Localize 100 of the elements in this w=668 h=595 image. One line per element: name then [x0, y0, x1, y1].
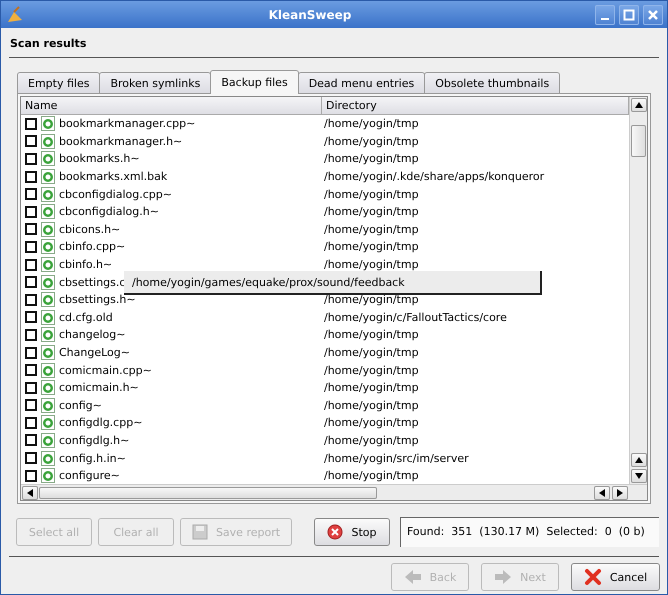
file-icon	[41, 432, 55, 448]
column-header[interactable]: Directory	[322, 97, 629, 115]
file-icon	[41, 204, 55, 220]
file-name: cbconfigdialog.h~	[59, 205, 159, 218]
nav-button[interactable]: Cancel	[571, 563, 660, 591]
checkbox[interactable]	[25, 223, 37, 236]
checkbox[interactable]	[25, 135, 37, 148]
scrollbar-thumb[interactable]	[631, 125, 646, 157]
directory-path: /home/yogin/tmp	[323, 416, 419, 430]
directory-path: /home/yogin/tmp	[323, 346, 419, 360]
close-button[interactable]	[643, 4, 663, 24]
close-icon	[584, 568, 602, 586]
checkbox[interactable]	[25, 152, 37, 165]
directory-path: /home/yogin/c/FalloutTactics/core	[323, 310, 507, 324]
right-arrow-icon	[617, 488, 623, 496]
checkbox[interactable]	[25, 240, 37, 253]
checkbox[interactable]	[25, 294, 37, 306]
up-arrow-icon	[635, 102, 643, 108]
file-name: changelog~	[59, 328, 126, 342]
tab[interactable]: Dead menu entries	[298, 72, 426, 93]
column-header[interactable]: Name	[21, 97, 322, 115]
directory-path: /home/yogin/tmp	[323, 240, 419, 254]
file-name: cd.cfg.old	[59, 310, 113, 324]
file-name: cbsettings.h~	[59, 293, 136, 306]
maximize-button[interactable]	[619, 4, 639, 24]
vertical-scrollbar[interactable]	[629, 97, 647, 484]
file-icon	[41, 222, 55, 237]
section-heading: Scan results	[9, 28, 659, 58]
directory-path: /home/yogin/tmp	[323, 469, 419, 482]
file-icon	[41, 380, 55, 396]
checkbox[interactable]	[25, 206, 37, 218]
file-name: cbinfo.cpp~	[59, 240, 126, 254]
directory-path: /home/yogin/tmp	[323, 434, 419, 447]
checkbox[interactable]	[25, 434, 37, 446]
file-icon	[41, 292, 55, 308]
checkbox[interactable]	[25, 188, 37, 200]
down-arrow-icon	[635, 473, 643, 479]
directory-path: /home/yogin/tmp	[323, 398, 419, 412]
file-name: bookmarks.h~	[59, 152, 140, 166]
file-name: bookmarkmanager.h~	[59, 134, 182, 148]
checkbox[interactable]	[25, 346, 37, 359]
minimize-button[interactable]	[595, 4, 615, 24]
checkbox[interactable]	[25, 276, 37, 288]
file-name: configdlg.h~	[59, 434, 130, 447]
file-icon	[41, 398, 55, 413]
file-icon	[41, 239, 55, 254]
file-icon	[41, 151, 55, 166]
file-name: comicmain.h~	[59, 381, 139, 394]
directory-path: /home/yogin/tmp	[323, 293, 419, 306]
checkbox[interactable]	[25, 364, 37, 376]
file-name: configure~	[59, 469, 120, 482]
scrollbar-thumb[interactable]	[39, 486, 377, 498]
file-name: config~	[59, 398, 102, 412]
minimize-icon	[601, 18, 609, 20]
checkbox[interactable]	[25, 382, 37, 394]
directory-path: /home/yogin/src/im/server	[323, 452, 469, 465]
checkbox[interactable]	[25, 470, 37, 482]
maximize-icon	[623, 8, 635, 20]
file-name: cbconfigdialog.cpp~	[59, 188, 172, 201]
file-name: ChangeLog~	[59, 346, 130, 360]
file-name: bookmarks.xml.bak	[59, 170, 168, 184]
file-icon	[41, 468, 55, 484]
file-icon	[41, 362, 55, 378]
tab[interactable]: Broken symlinks	[99, 72, 212, 93]
file-name: config.h.in~	[59, 452, 126, 465]
directory-path: /home/yogin/tmp	[323, 152, 419, 166]
checkbox[interactable]	[25, 399, 37, 412]
close-icon	[647, 8, 659, 20]
window-title: KleanSweep	[268, 8, 352, 22]
checkbox[interactable]	[25, 416, 37, 429]
tab[interactable]: Obsolete thumbnails	[424, 72, 560, 93]
file-icon	[41, 415, 55, 430]
directory-path: /home/yogin/tmp	[323, 258, 419, 272]
stop-icon	[327, 524, 344, 540]
file-icon	[41, 345, 55, 360]
tab[interactable]: Backup files	[210, 70, 299, 94]
checkbox[interactable]	[25, 258, 37, 271]
file-icon	[41, 257, 55, 272]
tab[interactable]: Empty files	[17, 72, 100, 93]
checkbox[interactable]	[25, 328, 37, 341]
file-icon	[41, 186, 55, 202]
file-name: cbinfo.h~	[59, 258, 112, 272]
file-icon	[41, 310, 55, 325]
forward-arrow-icon	[494, 569, 512, 585]
file-icon	[41, 116, 55, 132]
directory-path: /home/yogin/tmp	[323, 188, 419, 201]
file-name: bookmarkmanager.cpp~	[59, 117, 196, 130]
tooltip: /home/yogin/games/equake/prox/sound/feedback	[124, 271, 542, 295]
horizontal-scrollbar[interactable]	[21, 484, 647, 500]
directory-path: /home/yogin/tmp	[323, 381, 419, 394]
directory-path: /home/yogin/tmp	[323, 222, 419, 236]
checkbox[interactable]	[25, 118, 37, 130]
file-icon	[41, 327, 55, 342]
checkbox[interactable]	[25, 452, 37, 464]
stop-button[interactable]: Stop	[314, 518, 390, 546]
status-text: Found: 351 (130.17 M) Selected: 0 (0 b)	[400, 517, 659, 547]
checkbox[interactable]	[25, 170, 37, 183]
file-icon	[41, 134, 55, 149]
checkbox[interactable]	[25, 311, 37, 324]
save-icon	[192, 524, 208, 540]
